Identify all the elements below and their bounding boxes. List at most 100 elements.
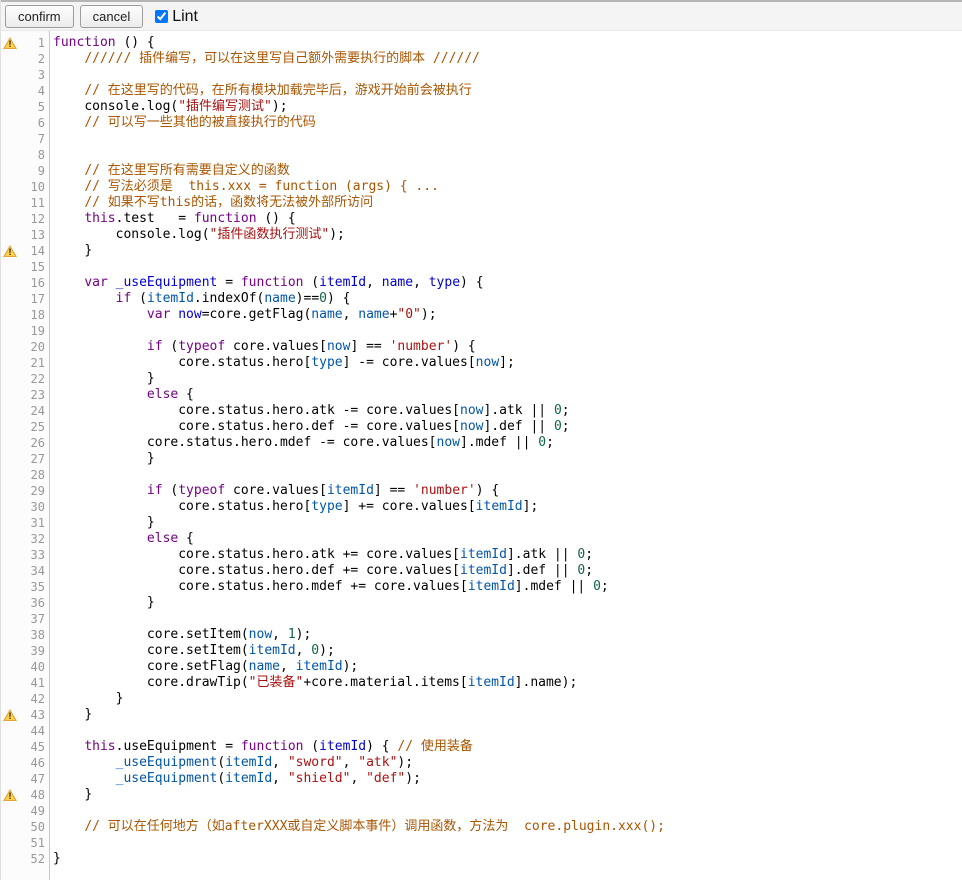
code-text: _useEquipment(itemId, "sword", "atk"); (49, 755, 413, 771)
line-number: 15 (19, 259, 49, 275)
code-line[interactable]: 37 (1, 611, 962, 627)
line-number: 24 (19, 403, 49, 419)
lint-marker-slot (1, 275, 19, 291)
lint-marker-slot (1, 675, 19, 691)
code-line[interactable]: 44 (1, 723, 962, 739)
code-line[interactable]: 5 console.log("插件编写测试"); (1, 99, 962, 115)
lint-marker-slot (1, 291, 19, 307)
code-line[interactable]: 10 // 写法必须是 this.xxx = function (args) {… (1, 179, 962, 195)
code-text: else { (49, 387, 194, 403)
confirm-button[interactable]: confirm (5, 5, 74, 28)
code-line[interactable]: 41 core.drawTip("已装备"+core.material.item… (1, 675, 962, 691)
line-number: 16 (19, 275, 49, 291)
line-number: 10 (19, 179, 49, 195)
code-line[interactable]: 27 } (1, 451, 962, 467)
code-text: if (typeof core.values[itemId] == 'numbe… (49, 483, 499, 499)
line-number: 29 (19, 483, 49, 499)
code-line[interactable]: 7 (1, 131, 962, 147)
code-text: core.status.hero.def -= core.values[now]… (49, 419, 570, 435)
line-number: 21 (19, 355, 49, 371)
code-lines[interactable]: !1function () {2 ////// 插件编写，可以在这里写自己额外需… (1, 31, 962, 867)
code-line[interactable]: 3 (1, 67, 962, 83)
lint-marker-slot (1, 835, 19, 851)
code-line[interactable]: 2 ////// 插件编写，可以在这里写自己额外需要执行的脚本 ////// (1, 51, 962, 67)
code-line[interactable]: 32 else { (1, 531, 962, 547)
code-text: } (49, 451, 155, 467)
cancel-button[interactable]: cancel (80, 5, 144, 28)
code-line[interactable]: 22 } (1, 371, 962, 387)
code-line[interactable]: 52} (1, 851, 962, 867)
lint-marker-slot (1, 403, 19, 419)
code-line[interactable]: !14 } (1, 243, 962, 259)
lint-marker-slot (1, 147, 19, 163)
code-line[interactable]: 39 core.setItem(itemId, 0); (1, 643, 962, 659)
line-number: 5 (19, 99, 49, 115)
code-line[interactable]: 21 core.status.hero[type] -= core.values… (1, 355, 962, 371)
line-number: 31 (19, 515, 49, 531)
code-line[interactable]: 35 core.status.hero.mdef += core.values[… (1, 579, 962, 595)
code-line[interactable]: 42 } (1, 691, 962, 707)
code-line[interactable]: 9 // 在这里写所有需要自定义的函数 (1, 163, 962, 179)
code-line[interactable]: 38 core.setItem(now, 1); (1, 627, 962, 643)
code-line[interactable]: 20 if (typeof core.values[now] == 'numbe… (1, 339, 962, 355)
code-line[interactable]: 49 (1, 803, 962, 819)
lint-marker-slot (1, 803, 19, 819)
code-line[interactable]: 36 } (1, 595, 962, 611)
code-line[interactable]: 13 console.log("插件函数执行测试"); (1, 227, 962, 243)
code-text: } (49, 691, 123, 707)
code-text: // 可以写一些其他的被直接执行的代码 (49, 115, 316, 131)
line-number: 32 (19, 531, 49, 547)
line-number: 47 (19, 771, 49, 787)
lint-marker-slot (1, 771, 19, 787)
code-line[interactable]: 11 // 如果不写this的话，函数将无法被外部所访问 (1, 195, 962, 211)
code-line[interactable]: 51 (1, 835, 962, 851)
line-number: 28 (19, 467, 49, 483)
code-text: _useEquipment(itemId, "shield", "def"); (49, 771, 421, 787)
code-line[interactable]: !48 } (1, 787, 962, 803)
lint-marker-slot (1, 163, 19, 179)
lint-marker-slot (1, 659, 19, 675)
code-text: function () { (49, 35, 155, 51)
line-number: 44 (19, 723, 49, 739)
code-line[interactable]: 25 core.status.hero.def -= core.values[n… (1, 419, 962, 435)
code-line[interactable]: 16 var _useEquipment = function (itemId,… (1, 275, 962, 291)
code-line[interactable]: 33 core.status.hero.atk += core.values[i… (1, 547, 962, 563)
code-line[interactable]: 4 // 在这里写的代码，在所有模块加载完毕后，游戏开始前会被执行 (1, 83, 962, 99)
lint-checkbox[interactable] (155, 10, 168, 23)
line-number: 39 (19, 643, 49, 659)
code-line[interactable]: 6 // 可以写一些其他的被直接执行的代码 (1, 115, 962, 131)
code-line[interactable]: 12 this.test = function () { (1, 211, 962, 227)
code-line[interactable]: 19 (1, 323, 962, 339)
code-line[interactable]: !43 } (1, 707, 962, 723)
code-line[interactable]: 45 this.useEquipment = function (itemId)… (1, 739, 962, 755)
code-line[interactable]: 31 } (1, 515, 962, 531)
code-line[interactable]: 15 (1, 259, 962, 275)
code-text: core.status.hero.mdef -= core.values[now… (49, 435, 554, 451)
lint-marker-slot (1, 371, 19, 387)
line-number: 3 (19, 67, 49, 83)
lint-marker-slot (1, 755, 19, 771)
code-line[interactable]: 17 if (itemId.indexOf(name)==0) { (1, 291, 962, 307)
code-line[interactable]: 26 core.status.hero.mdef -= core.values[… (1, 435, 962, 451)
code-line[interactable]: 23 else { (1, 387, 962, 403)
code-line[interactable]: 50 // 可以在任何地方（如afterXXX或自定义脚本事件）调用函数，方法为… (1, 819, 962, 835)
code-line[interactable]: 30 core.status.hero[type] += core.values… (1, 499, 962, 515)
code-line[interactable]: 34 core.status.hero.def += core.values[i… (1, 563, 962, 579)
code-editor[interactable]: !1function () {2 ////// 插件编写，可以在这里写自己额外需… (1, 31, 962, 880)
line-number: 19 (19, 323, 49, 339)
code-text: } (49, 851, 61, 867)
line-number: 45 (19, 739, 49, 755)
line-number: 26 (19, 435, 49, 451)
code-line[interactable]: !1function () { (1, 35, 962, 51)
warning-icon: ! (1, 35, 19, 51)
code-line[interactable]: 8 (1, 147, 962, 163)
code-line[interactable]: 18 var now=core.getFlag(name, name+"0"); (1, 307, 962, 323)
code-line[interactable]: 47 _useEquipment(itemId, "shield", "def"… (1, 771, 962, 787)
code-text: console.log("插件函数执行测试"); (49, 227, 345, 243)
line-number: 35 (19, 579, 49, 595)
code-line[interactable]: 28 (1, 467, 962, 483)
code-line[interactable]: 46 _useEquipment(itemId, "sword", "atk")… (1, 755, 962, 771)
code-line[interactable]: 24 core.status.hero.atk -= core.values[n… (1, 403, 962, 419)
code-line[interactable]: 40 core.setFlag(name, itemId); (1, 659, 962, 675)
code-line[interactable]: 29 if (typeof core.values[itemId] == 'nu… (1, 483, 962, 499)
